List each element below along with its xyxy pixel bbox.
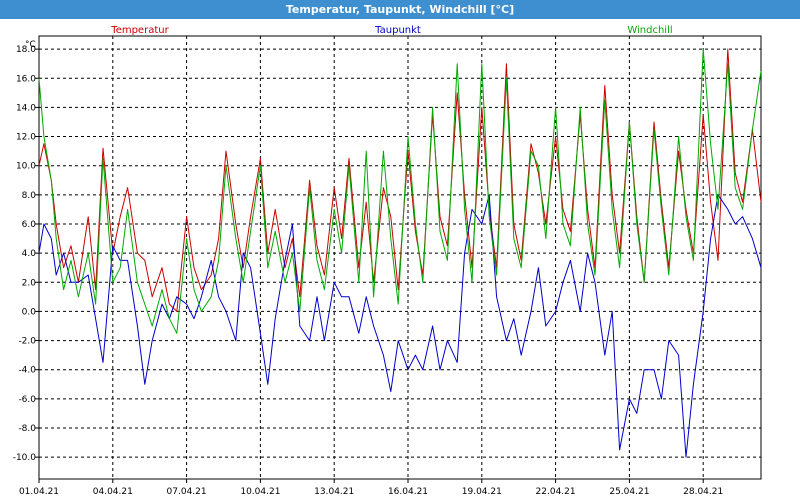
legend-entry-windchill: Windchill: [627, 25, 672, 36]
y-tick-label: -6.0: [18, 395, 36, 405]
x-tick-label: 25.04.21: [609, 487, 649, 497]
y-tick-label: 2.0: [22, 278, 37, 288]
y-tick-label: -4.0: [18, 366, 36, 376]
x-tick-label: 07.04.21: [167, 487, 207, 497]
y-tick-label: 12.0: [16, 133, 36, 143]
x-tick-label: 13.04.21: [314, 487, 354, 497]
y-tick-label: 14.0: [16, 103, 36, 113]
y-tick-label: 4.0: [22, 249, 37, 259]
y-tick-label: 8.0: [22, 191, 37, 201]
x-tick-label: 19.04.21: [462, 487, 502, 497]
x-tick-label: 28.04.21: [683, 487, 723, 497]
y-tick-label: 0.0: [22, 307, 37, 317]
x-tick-label: 10.04.21: [240, 487, 280, 497]
x-tick-label: 01.04.21: [19, 487, 59, 497]
x-tick-label: 04.04.21: [93, 487, 133, 497]
weather-line-chart: 18.016.014.012.010.08.06.04.02.00.0-2.0-…: [13, 25, 762, 497]
y-tick-label: 10.0: [16, 162, 36, 172]
x-axis: 01.04.21 04.04.21 07.04.21 10.04.21 13.04.21…: [19, 479, 723, 497]
y-tick-label: -10.0: [13, 453, 37, 463]
y-tick-label: -8.0: [18, 424, 36, 434]
x-tick-label: 22.04.21: [536, 487, 576, 497]
legend: Temperatur Taupunkt Windchill: [110, 25, 672, 36]
y-axis: 18.016.014.012.010.08.06.04.02.00.0-2.0-…: [13, 45, 39, 463]
y-axis-unit-label: °C: [25, 40, 36, 50]
series-line-windchill: [38, 48, 762, 334]
legend-entry-temperatur: Temperatur: [110, 25, 169, 36]
y-tick-label: 16.0: [16, 74, 36, 84]
y-tick-label: -2.0: [18, 337, 36, 347]
series-line-taupunkt: [38, 194, 762, 458]
y-tick-label: 6.0: [22, 220, 37, 230]
chart-title: Temperatur, Taupunkt, Windchill [°C]: [0, 0, 800, 19]
x-tick-label: 16.04.21: [388, 487, 428, 497]
legend-entry-taupunkt: Taupunkt: [374, 25, 421, 36]
